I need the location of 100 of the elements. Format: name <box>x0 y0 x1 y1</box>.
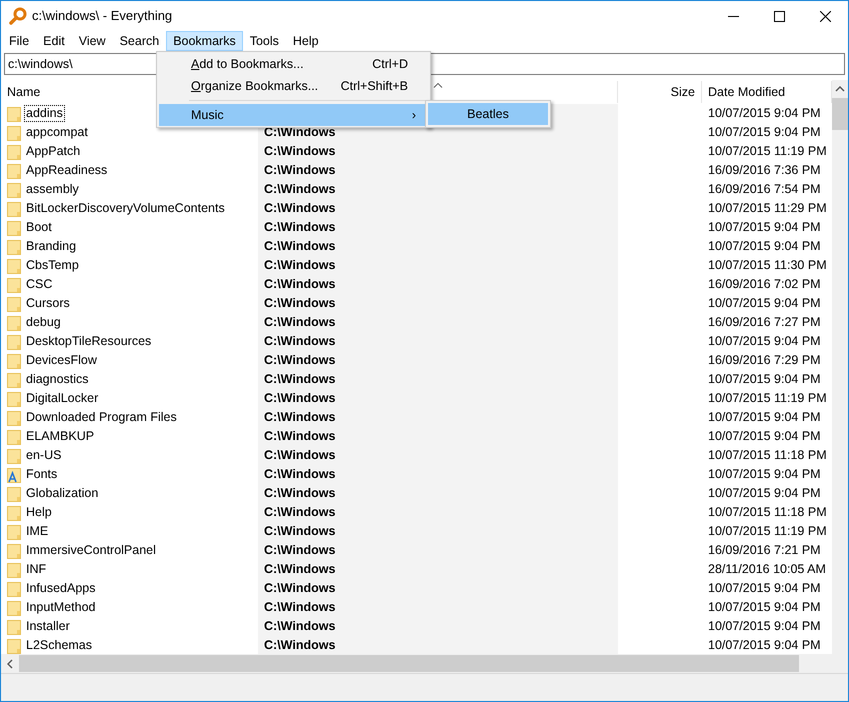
date-cell-text: 10/07/2015 9:04 PM <box>708 105 821 122</box>
date-cell-text: 28/11/2016 10:05 AM <box>708 561 826 578</box>
file-name[interactable]: DesktopTileResources <box>24 333 154 350</box>
folder-icon <box>7 390 21 406</box>
folder-icon <box>7 200 21 216</box>
path-cell: C:\Windows <box>258 427 618 446</box>
file-name[interactable]: AppPatch <box>24 143 82 160</box>
file-name[interactable]: Downloaded Program Files <box>24 409 179 426</box>
path-cell: C:\Windows <box>258 560 618 579</box>
date-cell-text: 10/07/2015 9:04 PM <box>708 219 821 236</box>
scroll-thumb[interactable] <box>832 98 848 130</box>
path-cell: C:\Windows <box>258 199 618 218</box>
file-name[interactable]: CSC <box>24 276 54 293</box>
file-name[interactable]: InfusedApps <box>24 580 98 597</box>
menu-item[interactable]: View <box>72 31 113 51</box>
path-cell: C:\Windows <box>258 579 618 598</box>
file-name[interactable]: Help <box>24 504 54 521</box>
file-name[interactable]: Globalization <box>24 485 100 502</box>
date-cell-text: 10/07/2015 9:04 PM <box>708 333 821 350</box>
path-cell: C:\Windows <box>258 408 618 427</box>
path-cell: C:\Windows <box>258 142 618 161</box>
file-name[interactable]: Installer <box>24 618 72 635</box>
date-cell-text: 10/07/2015 9:04 PM <box>708 238 821 256</box>
date-cell-text: 10/07/2015 11:18 PM <box>708 447 827 464</box>
date-cell-text: 16/09/2016 7:27 PM <box>708 314 821 332</box>
menu-item[interactable]: Edit <box>36 31 72 51</box>
maximize-icon <box>774 10 784 22</box>
file-name[interactable]: INF <box>24 561 48 578</box>
menu-item[interactable]: Bookmarks <box>166 31 243 51</box>
folder-icon <box>7 334 21 350</box>
path-cell: C:\Windows <box>258 484 618 503</box>
path-cell: C:\Windows <box>258 636 618 654</box>
file-name[interactable]: L2Schemas <box>24 637 94 654</box>
date-cell-text: 10/07/2015 11:19 PM <box>708 390 827 408</box>
path-cell: C:\Windows <box>258 237 618 256</box>
fonts-folder-icon <box>7 466 21 482</box>
path-cell: C:\Windows <box>258 256 618 275</box>
submenu-item[interactable]: Music › <box>159 104 428 126</box>
file-name[interactable]: debug <box>24 314 63 331</box>
folder-icon <box>7 638 21 654</box>
date-cell-text: 10/07/2015 9:04 PM <box>708 618 821 636</box>
file-name[interactable]: AppReadiness <box>24 162 110 179</box>
menu-item[interactable]: File <box>2 31 36 51</box>
vertical-scrollbar[interactable] <box>832 80 848 673</box>
menu-item[interactable]: Tools <box>242 31 286 51</box>
column-header[interactable]: Size <box>618 81 702 103</box>
file-name[interactable]: BitLockerDiscoveryVolumeContents <box>24 200 227 217</box>
scroll-up-icon <box>835 86 845 92</box>
path-cell: C:\Windows <box>258 161 618 180</box>
folder-icon <box>7 372 21 388</box>
file-name[interactable]: Cursors <box>24 295 72 312</box>
date-cell-text: 10/07/2015 9:04 PM <box>708 637 821 654</box>
folder-icon <box>7 276 21 292</box>
menu-item[interactable]: Help <box>286 31 326 51</box>
folder-icon <box>7 144 21 160</box>
date-cell-text: 16/09/2016 7:54 PM <box>708 181 821 198</box>
path-cell: C:\Windows <box>258 351 618 370</box>
path-cell: C:\Windows <box>258 541 618 560</box>
folder-icon <box>7 352 21 368</box>
folder-icon <box>7 410 21 426</box>
folder-icon <box>7 524 21 540</box>
path-cell: C:\Windows <box>258 180 618 199</box>
file-name[interactable]: diagnostics <box>24 371 91 388</box>
scroll-thumb[interactable] <box>19 655 799 672</box>
path-cell: C:\Windows <box>258 446 618 465</box>
folder-icon <box>7 504 21 520</box>
horizontal-scrollbar[interactable] <box>1 654 832 673</box>
file-name[interactable]: DigitalLocker <box>24 390 100 407</box>
menu-item[interactable]: Beatles <box>428 103 548 125</box>
file-name[interactable]: DevicesFlow <box>24 352 99 369</box>
menu-item[interactable]: Search <box>112 31 166 51</box>
file-name[interactable]: ELAMBKUP <box>24 428 96 445</box>
file-name[interactable]: CbsTemp <box>24 257 81 274</box>
date-cell-text: 10/07/2015 9:04 PM <box>708 428 821 446</box>
date-cell-text: 10/07/2015 11:19 PM <box>708 523 827 540</box>
folder-icon <box>7 600 21 616</box>
file-name[interactable]: addins <box>24 105 65 122</box>
file-name[interactable]: en-US <box>24 447 64 464</box>
file-name[interactable]: Branding <box>24 238 78 255</box>
folder-icon <box>7 618 21 634</box>
file-name[interactable]: IME <box>24 523 50 540</box>
date-cell-text: 10/07/2015 11:29 PM <box>708 200 827 218</box>
sort-caret-icon <box>433 83 442 88</box>
folder-icon <box>7 542 21 558</box>
date-cell-text: 10/07/2015 9:04 PM <box>708 124 821 142</box>
date-cell-text: 10/07/2015 11:18 PM <box>708 504 827 522</box>
file-name[interactable]: appcompat <box>24 124 90 141</box>
path-cell: C:\Windows <box>258 313 618 332</box>
date-cell-text: 10/07/2015 11:19 PM <box>708 143 827 160</box>
folder-icon <box>7 486 21 502</box>
file-name[interactable]: ImmersiveControlPanel <box>24 542 158 559</box>
file-name[interactable]: InputMethod <box>24 599 98 616</box>
folder-icon <box>7 448 21 464</box>
menu-item[interactable]: Add to Bookmarks... Ctrl+D <box>159 53 428 75</box>
path-cell: C:\Windows <box>258 275 618 294</box>
file-name[interactable]: Fonts <box>24 466 60 483</box>
file-name[interactable]: Boot <box>24 219 54 236</box>
folder-icon <box>7 314 21 330</box>
file-name[interactable]: assembly <box>24 181 81 198</box>
folder-icon <box>7 258 21 274</box>
